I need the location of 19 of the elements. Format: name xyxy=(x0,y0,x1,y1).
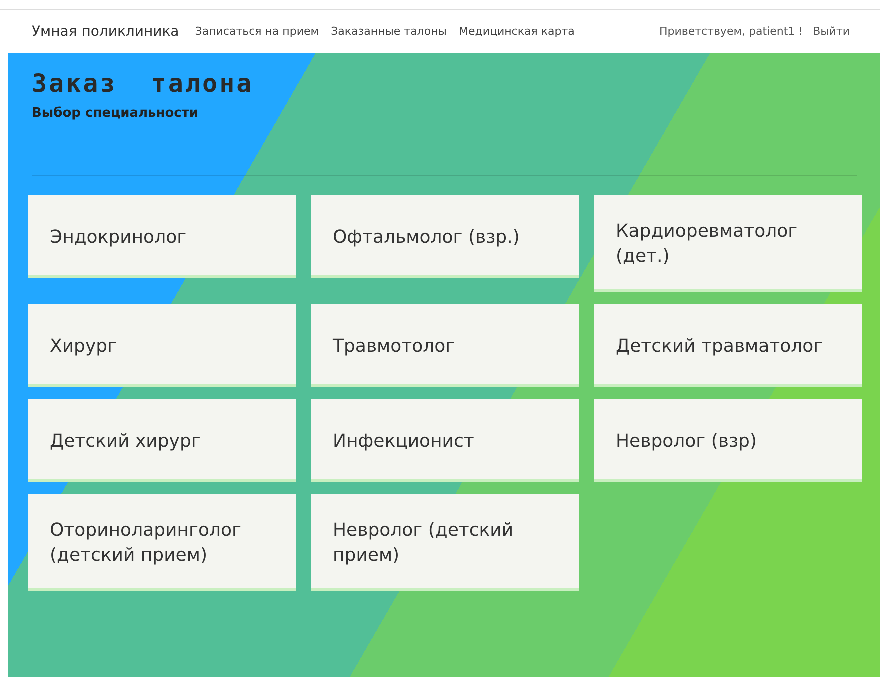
page-title: Заказ талона xyxy=(32,69,255,98)
nav-link[interactable]: Заказанные талоны xyxy=(331,25,447,38)
page-subtitle: Выбор специальности xyxy=(32,106,200,121)
specialty-card[interactable]: Детский травматолог xyxy=(594,304,862,384)
specialty-card[interactable]: Невролог (детский прием) xyxy=(311,494,579,588)
logout-link[interactable]: Выйти xyxy=(813,25,850,38)
specialty-card[interactable]: Невролог (взр) xyxy=(594,399,862,479)
specialty-card[interactable]: Оториноларинголог (детский прием) xyxy=(28,494,296,588)
specialty-card[interactable]: Офтальмолог (взр.) xyxy=(311,195,579,275)
specialty-card[interactable]: Детский хирург xyxy=(28,399,296,479)
nav-link[interactable]: Медицинская карта xyxy=(458,25,575,38)
specialty-card[interactable]: Инфекционист xyxy=(311,399,579,479)
specialty-card[interactable]: Кардиоревматолог (дет.) xyxy=(594,195,862,289)
specialty-card[interactable]: Травмотолог xyxy=(311,304,579,384)
specialty-card[interactable]: Хирург xyxy=(28,304,296,384)
specialty-card[interactable]: Эндокринолог xyxy=(28,195,296,275)
brand-link[interactable]: Умная поликлиника xyxy=(32,24,180,40)
nav-link[interactable]: Записаться на прием xyxy=(195,25,320,38)
greeting-link[interactable]: Приветствуем, patient1 ! xyxy=(659,25,804,38)
